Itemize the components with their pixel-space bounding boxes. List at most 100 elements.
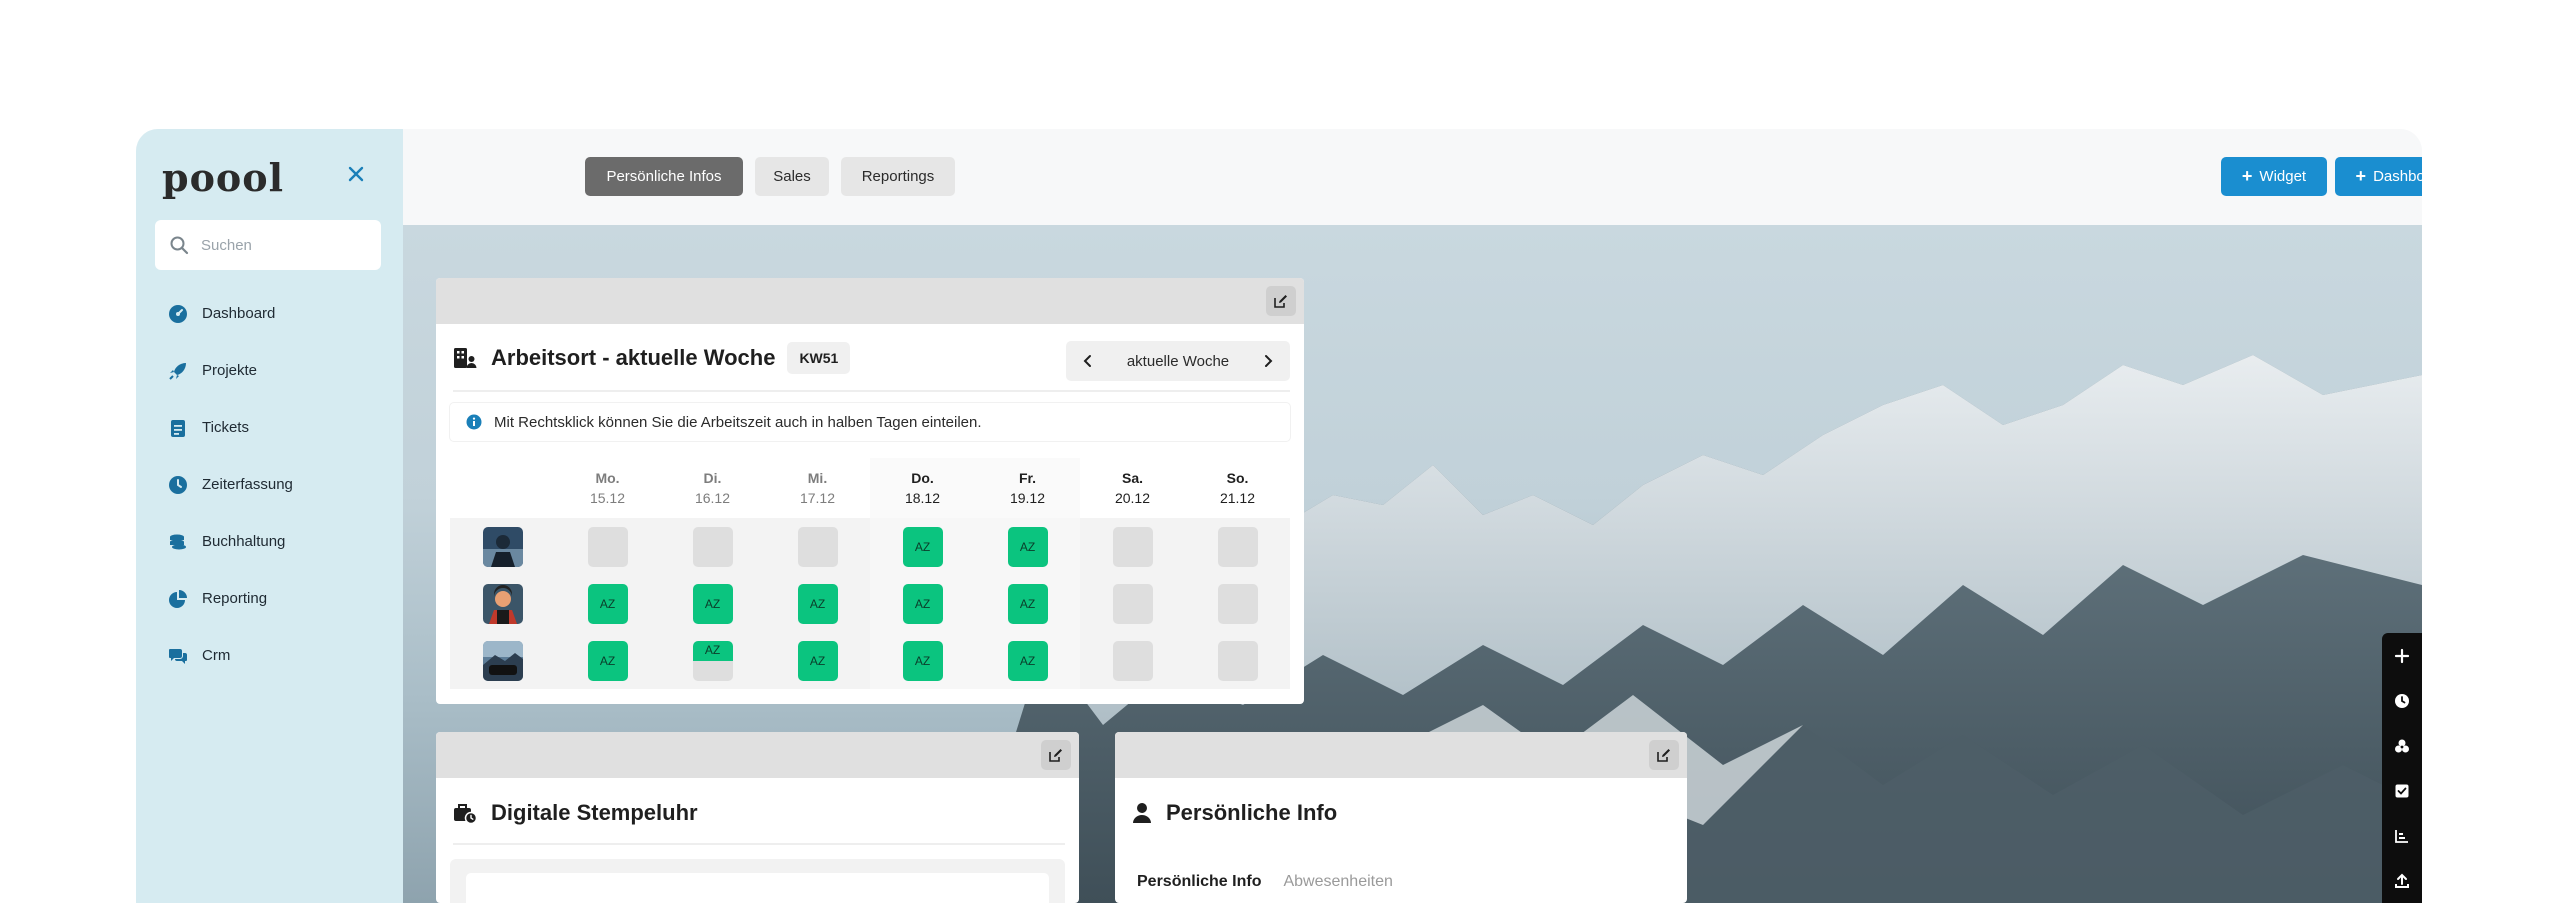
sidebar-item-crm[interactable]: Crm	[136, 627, 403, 684]
workday-slot-half-az[interactable]: AZ	[692, 640, 733, 681]
workday-slot-az[interactable]: AZ	[797, 640, 838, 681]
clock-display	[466, 873, 1049, 903]
day-header: Do. 18.12	[870, 458, 975, 518]
day-name: Di.	[703, 470, 722, 486]
upload-icon	[2395, 873, 2409, 888]
workday-cell: AZ	[765, 575, 870, 632]
search-input[interactable]	[201, 236, 371, 254]
widget-drag-header[interactable]	[436, 732, 1079, 778]
workday-cell: AZ	[975, 518, 1080, 575]
workday-cell	[1080, 575, 1185, 632]
workday-cell: AZ	[765, 632, 870, 689]
next-week-button[interactable]	[1256, 349, 1280, 373]
workday-slot-az[interactable]: AZ	[1007, 526, 1048, 567]
dashboard-topbar: Persönliche Infos Sales Reportings + Wid…	[403, 129, 2422, 225]
workday-cell: AZ	[975, 632, 1080, 689]
workday-slot-az[interactable]: AZ	[902, 526, 943, 567]
workday-slot[interactable]	[587, 526, 628, 567]
plus-icon	[2394, 648, 2410, 663]
workday-cell	[1185, 518, 1290, 575]
tab-sales[interactable]: Sales	[755, 157, 829, 196]
day-header: So. 21.12	[1185, 458, 1290, 518]
quick-upload-button[interactable]	[2382, 858, 2422, 903]
workday-slot[interactable]	[1112, 583, 1153, 624]
quick-action-toolbar	[2382, 633, 2422, 903]
previous-week-button[interactable]	[1076, 349, 1100, 373]
workday-cell: AZ	[660, 632, 765, 689]
employee-row: AZ AZ AZ AZ AZ	[450, 575, 1290, 632]
sidebar-item-label: Tickets	[202, 419, 249, 436]
day-date: 15.12	[589, 490, 626, 506]
workday-slot-az[interactable]: AZ	[587, 583, 628, 624]
widget-drag-header[interactable]	[1115, 732, 1687, 778]
day-name: Mi.	[807, 470, 828, 486]
workday-cell: AZ	[555, 632, 660, 689]
sidebar-item-buchhaltung[interactable]: Buchhaltung	[136, 513, 403, 570]
day-name: Mo.	[595, 470, 620, 486]
tab-reportings[interactable]: Reportings	[841, 157, 955, 196]
divider	[453, 843, 1065, 845]
workday-slot-az[interactable]: AZ	[902, 583, 943, 624]
dashboard-gauge-icon	[168, 304, 188, 324]
edit-widget-button[interactable]	[1266, 286, 1296, 316]
close-sidebar-button[interactable]	[343, 161, 369, 187]
arbeitsort-title-row: Arbeitsort - aktuelle Woche KW51	[453, 342, 851, 374]
widget-title: Digitale Stempeluhr	[491, 800, 698, 825]
quick-report-button[interactable]	[2382, 813, 2422, 858]
avatar-cell	[450, 518, 555, 575]
workday-slot-az[interactable]: AZ	[902, 640, 943, 681]
tab-persoenliche-info[interactable]: Persönliche Info	[1137, 873, 1261, 891]
add-widget-button[interactable]: + Widget	[2221, 157, 2327, 196]
sidebar-item-tickets[interactable]: Tickets	[136, 399, 403, 456]
widget-drag-header[interactable]	[436, 278, 1304, 324]
day-date: 21.12	[1219, 490, 1256, 506]
search-box[interactable]	[155, 220, 381, 270]
sidebar-item-projekte[interactable]: Projekte	[136, 342, 403, 399]
add-dashboard-label: Dashboard	[2373, 168, 2422, 185]
rocket-icon	[168, 361, 188, 381]
add-dashboard-button[interactable]: + Dashboard	[2335, 157, 2422, 196]
workday-cell	[660, 518, 765, 575]
edit-icon	[1049, 749, 1062, 762]
day-name: So.	[1226, 470, 1249, 486]
clock-icon	[168, 475, 188, 495]
edit-widget-button[interactable]	[1041, 740, 1071, 770]
workday-slot-az[interactable]: AZ	[797, 583, 838, 624]
day-name: Do.	[911, 470, 934, 486]
tab-abwesenheiten[interactable]: Abwesenheiten	[1283, 873, 1392, 891]
workday-slot[interactable]	[1112, 640, 1153, 681]
workday-slot-az[interactable]: AZ	[1007, 640, 1048, 681]
workday-cell: AZ	[975, 575, 1080, 632]
workday-slot[interactable]	[1112, 526, 1153, 567]
avatar	[482, 640, 523, 681]
workday-slot-az[interactable]: AZ	[692, 583, 733, 624]
info-text: Mit Rechtsklick können Sie die Arbeitsze…	[494, 413, 982, 431]
quick-time-button[interactable]	[2382, 678, 2422, 723]
pie-chart-icon	[168, 589, 188, 609]
quick-bio-button[interactable]	[2382, 723, 2422, 768]
workday-slot[interactable]	[1217, 640, 1258, 681]
workday-slot-az[interactable]: AZ	[587, 640, 628, 681]
workday-slot[interactable]	[1217, 583, 1258, 624]
chevron-left-icon	[1083, 355, 1091, 367]
coins-icon	[168, 532, 188, 552]
edit-widget-button[interactable]	[1649, 740, 1679, 770]
clipboard-icon	[168, 418, 188, 438]
workday-slot[interactable]	[1217, 526, 1258, 567]
workday-cell: AZ	[870, 632, 975, 689]
persoenliche-info-title-row: Persönliche Info	[1132, 800, 1337, 826]
quick-add-button[interactable]	[2382, 633, 2422, 678]
quick-task-button[interactable]	[2382, 768, 2422, 813]
info-icon	[466, 414, 482, 430]
sidebar-item-reporting[interactable]: Reporting	[136, 570, 403, 627]
workday-slot[interactable]	[797, 526, 838, 567]
workday-slot[interactable]	[692, 526, 733, 567]
users-chat-icon	[168, 646, 188, 666]
workday-cell	[765, 518, 870, 575]
close-icon	[348, 166, 364, 182]
workday-slot-az[interactable]: AZ	[1007, 583, 1048, 624]
sidebar-item-dashboard[interactable]: Dashboard	[136, 285, 403, 342]
sidebar-item-zeiterfassung[interactable]: Zeiterfassung	[136, 456, 403, 513]
tab-persoenliche-infos[interactable]: Persönliche Infos	[585, 157, 743, 196]
week-navigator: aktuelle Woche	[1066, 341, 1290, 381]
